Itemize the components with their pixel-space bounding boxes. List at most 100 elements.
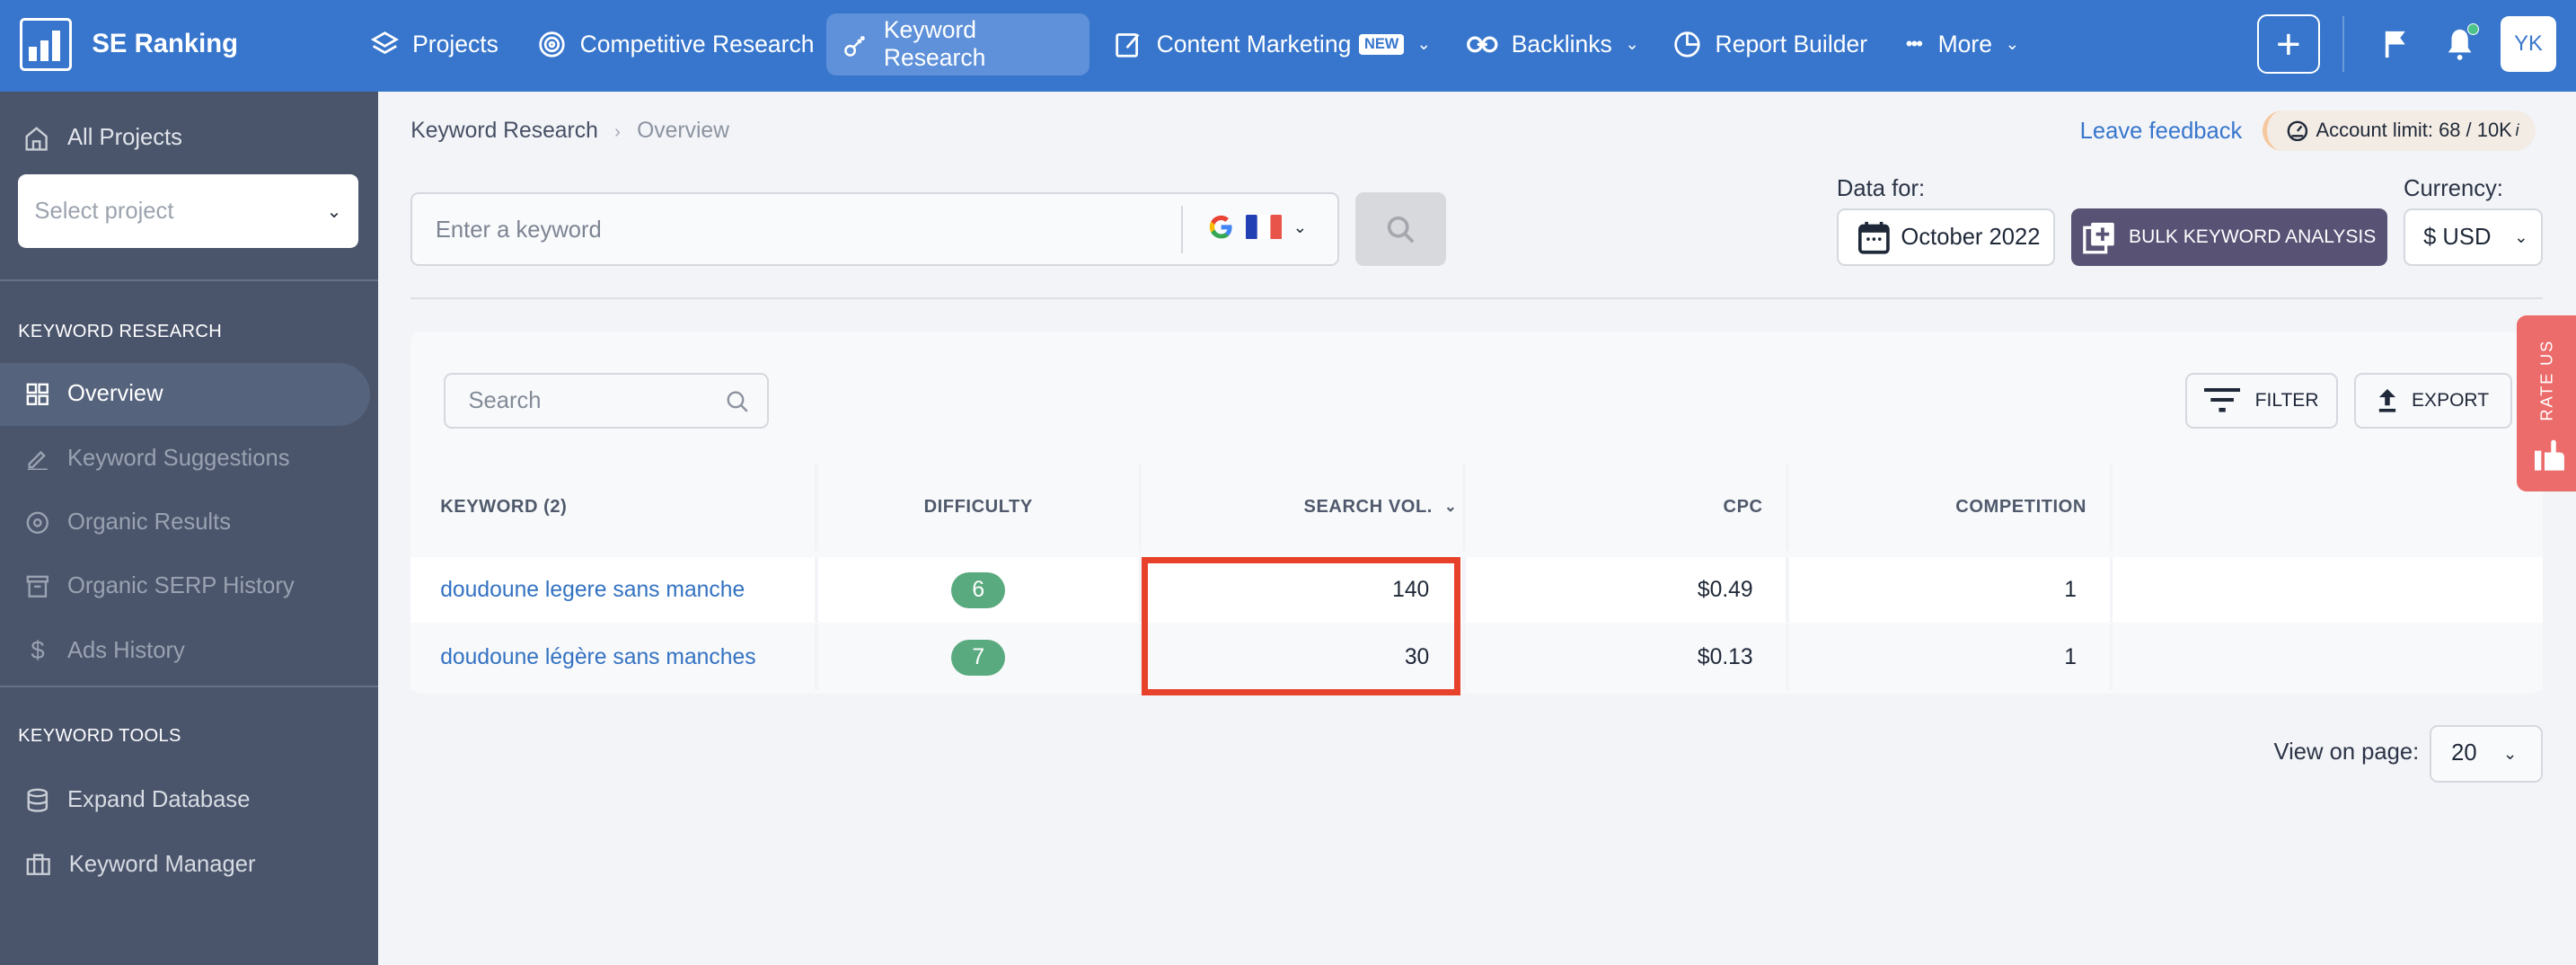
- difficulty-badge: 7: [951, 639, 1006, 676]
- add-button[interactable]: +: [2257, 14, 2320, 75]
- select-project-dropdown[interactable]: Select project ⌄: [18, 173, 358, 249]
- sidebar-item-keyword-manager[interactable]: Keyword Manager: [0, 833, 370, 896]
- rate-us-tab[interactable]: RATE US: [2517, 315, 2576, 491]
- table-row: doudoune legere sans manche 6 140 $0.49 …: [410, 557, 2544, 624]
- hand-pointer-icon: [2535, 439, 2565, 471]
- home-icon: [25, 127, 48, 151]
- sidebar-item-label: Organic Results: [66, 509, 232, 536]
- nav-keyword-research[interactable]: Keyword Research: [826, 13, 1090, 76]
- add-copy-icon: [2083, 222, 2114, 254]
- all-projects-label: All Projects: [66, 125, 182, 151]
- sidebar-item-label: Overview: [66, 381, 163, 407]
- difficulty-badge: 6: [951, 571, 1006, 608]
- flag-icon[interactable]: [2384, 30, 2407, 59]
- table-header: KEYWORD (2) DIFFICULTY SEARCH VOL. ⌄ CPC…: [410, 463, 2544, 551]
- table-search-input[interactable]: [464, 385, 719, 416]
- divider: [1181, 205, 1184, 253]
- nav-competitive-research[interactable]: Competitive Research: [521, 13, 831, 76]
- search-button[interactable]: [1355, 192, 1446, 267]
- target-icon: [539, 31, 565, 58]
- google-icon: [1209, 215, 1232, 239]
- france-flag-icon: [1245, 214, 1282, 240]
- keyword-link[interactable]: doudoune legere sans manche: [440, 578, 745, 603]
- sort-chevron-icon: ⌄: [1444, 499, 1458, 516]
- sidebar: All Projects Select project ⌄ KEYWORD RE…: [0, 92, 378, 965]
- column-header-competition[interactable]: COMPETITION: [1788, 463, 2110, 551]
- column-header-cpc[interactable]: CPC: [1465, 463, 1786, 551]
- nav-content-marketing[interactable]: Content Marketing NEW ⌄: [1098, 13, 1447, 76]
- data-for-label: Data for:: [1836, 175, 1926, 201]
- chevron-down-icon: ⌄: [1416, 34, 1431, 54]
- dollar-icon: $: [31, 636, 45, 665]
- column-header-difficulty[interactable]: DIFFICULTY: [817, 463, 1139, 551]
- section-title-keyword-tools: KEYWORD TOOLS: [18, 726, 181, 747]
- export-label: EXPORT: [2412, 390, 2490, 412]
- keyword-input[interactable]: [432, 210, 1162, 251]
- select-project-placeholder: Select project: [34, 198, 174, 224]
- sidebar-all-projects[interactable]: All Projects: [23, 125, 182, 151]
- column-header-search-vol[interactable]: SEARCH VOL. ⌄: [1142, 463, 1462, 551]
- filter-label: FILTER: [2254, 390, 2319, 412]
- gauge-icon: [2287, 120, 2307, 141]
- app-root: SE Ranking Projects Competitive Research…: [0, 0, 2576, 965]
- sidebar-item-organic-serp-history[interactable]: Organic SERP History: [0, 555, 370, 618]
- account-limit-value: 68 / 10K: [2439, 119, 2512, 142]
- date-picker-button[interactable]: October 2022: [1836, 208, 2056, 267]
- ellipsis-icon: •••: [1905, 32, 1923, 56]
- sidebar-item-organic-results[interactable]: Organic Results: [0, 491, 370, 554]
- sidebar-item-expand-database[interactable]: Expand Database: [0, 769, 370, 832]
- breadcrumb-parent[interactable]: Keyword Research: [410, 119, 598, 143]
- search-icon: [727, 391, 748, 412]
- nav-report-builder[interactable]: Report Builder: [1656, 13, 1884, 76]
- nav-label: Content Marketing: [1156, 30, 1352, 58]
- breadcrumb: Keyword Research › Overview: [410, 119, 729, 144]
- filter-button[interactable]: FILTER: [2184, 373, 2338, 429]
- pencil-icon: [28, 450, 49, 471]
- breadcrumb-current: Overview: [637, 118, 729, 143]
- difficulty-cell: 6: [817, 557, 1139, 624]
- leave-feedback-link[interactable]: Leave feedback: [2080, 119, 2243, 145]
- currency-value: $ USD: [2423, 224, 2492, 250]
- search-engine-country-selector[interactable]: ⌄: [1208, 214, 1307, 240]
- keyword-link[interactable]: doudoune légère sans manches: [440, 645, 755, 670]
- bulk-button-label: BULK KEYWORD ANALYSIS: [2129, 226, 2377, 248]
- chevron-down-icon: ⌄: [1625, 34, 1639, 54]
- user-avatar[interactable]: YK: [2500, 16, 2557, 73]
- empty-cell: [2113, 557, 2544, 624]
- nav-label: More: [1937, 30, 1992, 58]
- view-on-page-dropdown[interactable]: 20 ⌄: [2430, 724, 2544, 783]
- currency-dropdown[interactable]: $ USD ⌄: [2403, 208, 2544, 267]
- keyword-search-field: ⌄: [410, 192, 1339, 267]
- sidebar-item-label: Ads History: [66, 637, 185, 663]
- bulk-keyword-analysis-button[interactable]: BULK KEYWORD ANALYSIS: [2071, 208, 2387, 267]
- link-icon: [1466, 36, 1498, 53]
- chevron-down-icon: ⌄: [2502, 743, 2518, 763]
- breadcrumb-separator-icon: ›: [614, 121, 621, 142]
- sidebar-item-keyword-suggestions[interactable]: Keyword Suggestions: [0, 428, 370, 491]
- section-title-keyword-research: KEYWORD RESEARCH: [18, 322, 223, 342]
- search-volume-highlight-box: [1142, 557, 1461, 695]
- nav-label: Backlinks: [1511, 30, 1612, 58]
- se-ranking-logo-icon[interactable]: [19, 18, 73, 71]
- sidebar-item-overview[interactable]: Overview: [0, 363, 370, 426]
- nav-backlinks[interactable]: Backlinks ⌄: [1449, 13, 1655, 76]
- competition-cell: 1: [1788, 557, 2110, 624]
- account-limit-badge[interactable]: Account limit: 68 / 10K i: [2262, 110, 2536, 152]
- divider: [410, 297, 2544, 299]
- sidebar-item-label: Organic SERP History: [66, 573, 295, 599]
- column-header-keyword[interactable]: KEYWORD (2): [410, 463, 816, 551]
- column-header-empty: [2113, 463, 2544, 551]
- info-icon[interactable]: i: [2515, 120, 2519, 140]
- target-icon: [26, 511, 49, 534]
- sidebar-item-ads-history[interactable]: $ Ads History: [0, 620, 370, 683]
- nav-label: Keyword Research: [883, 16, 986, 72]
- nav-more[interactable]: ••• More ⌄: [1889, 13, 2035, 76]
- edit-icon: [1116, 33, 1140, 58]
- divider: [0, 279, 378, 281]
- brand-name[interactable]: SE Ranking: [92, 30, 238, 59]
- nav-projects[interactable]: Projects: [353, 13, 515, 76]
- top-navigation-bar: SE Ranking Projects Competitive Research…: [0, 0, 2576, 93]
- export-button[interactable]: EXPORT: [2354, 373, 2512, 429]
- notification-dot: [2467, 22, 2480, 35]
- keyword-cell: doudoune légère sans manches: [410, 624, 816, 691]
